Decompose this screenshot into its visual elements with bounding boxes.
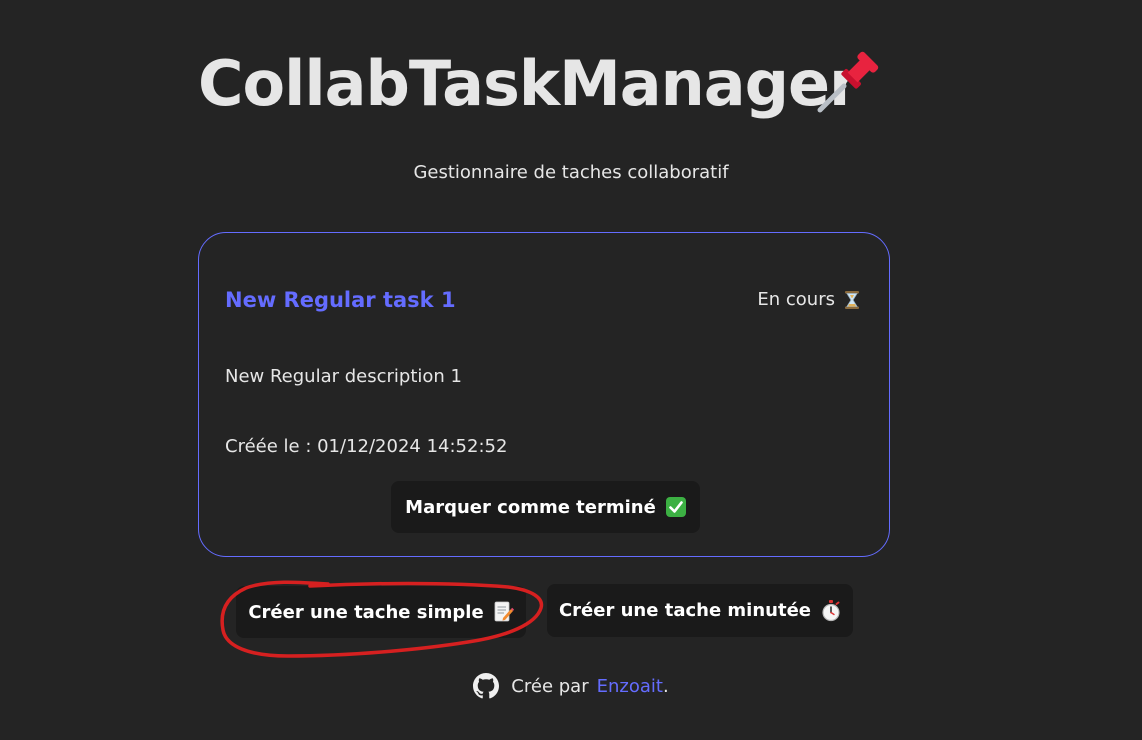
stopwatch-icon [822, 599, 840, 621]
hourglass-icon [845, 290, 859, 309]
task-created-date: Créée le : 01/12/2024 14:52:52 [225, 436, 508, 457]
status-label: En cours [757, 289, 835, 310]
author-link[interactable]: Enzoait [597, 676, 663, 697]
create-timed-task-button[interactable]: Créer une tache minutée [547, 584, 853, 637]
memo-icon [494, 601, 514, 622]
github-icon[interactable] [473, 673, 500, 699]
create-timed-task-label: Créer une tache minutée [558, 600, 812, 621]
mark-complete-button[interactable]: Marquer comme terminé [391, 481, 700, 533]
task-card: New Regular task 1 En cours New Regular … [198, 232, 890, 557]
pushpin-icon [817, 51, 879, 113]
footer-prefix: Crée par [511, 675, 589, 697]
check-box-icon [665, 497, 686, 517]
task-title: New Regular task 1 [225, 288, 456, 312]
footer: Crée par Enzoait . [0, 673, 1142, 699]
app-title: CollabTaskManager [198, 47, 860, 120]
task-description: New Regular description 1 [225, 366, 462, 387]
mark-complete-label: Marquer comme terminé [405, 496, 656, 518]
app-subtitle: Gestionnaire de taches collaboratif [413, 162, 729, 183]
create-simple-task-button[interactable]: Créer une tache simple [236, 586, 526, 638]
footer-suffix: . [662, 675, 669, 697]
status-badge: En cours [757, 289, 861, 310]
create-simple-task-label: Créer une tache simple [248, 601, 484, 623]
